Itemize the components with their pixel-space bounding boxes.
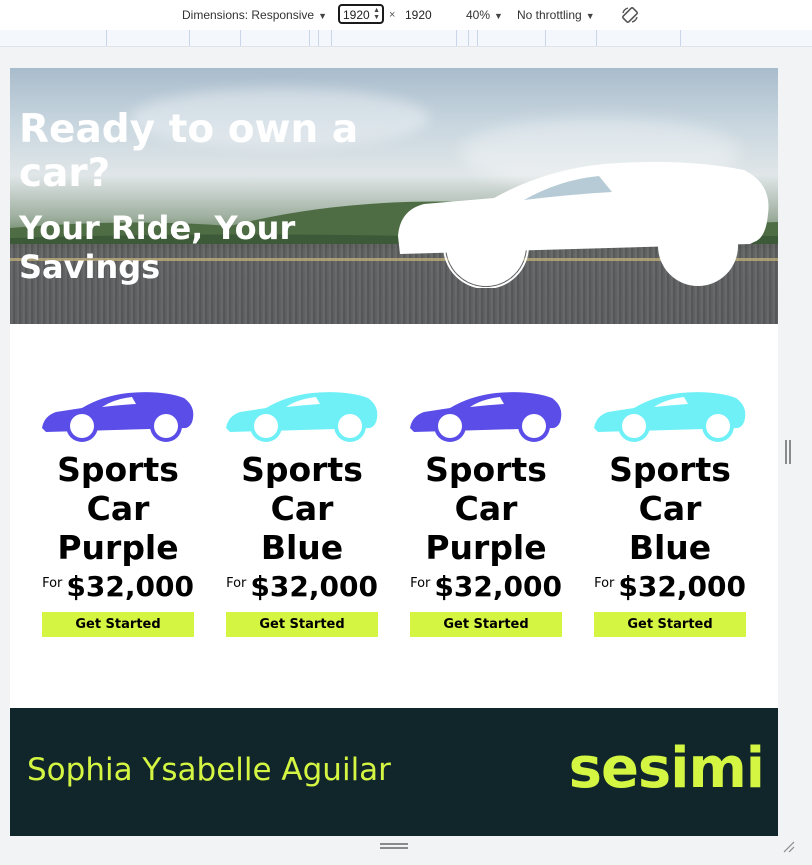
handle-grip [785, 440, 787, 464]
chevron-down-icon: ▼ [318, 11, 327, 21]
handle-grip [380, 843, 408, 845]
hero-title: Ready to own a car? [19, 107, 359, 196]
devtools-toolbar: Dimensions: Responsive ▼ 1920 ▲ ▼ × 1920 4… [0, 0, 812, 31]
times-symbol: × [389, 9, 396, 21]
rotate-icon[interactable] [620, 5, 640, 25]
price-row: For $32,000 [410, 570, 562, 610]
ruler-tick [240, 30, 241, 46]
chevron-down-icon: ▼ [585, 11, 595, 21]
bottom-resize-handle[interactable] [380, 843, 408, 849]
card-title: Sports Car Blue [609, 450, 731, 567]
ruler-tick [477, 30, 478, 46]
throttling-label: No throttling [517, 8, 582, 22]
price-prefix: For [410, 576, 431, 591]
get-started-button[interactable]: Get Started [410, 612, 562, 637]
price-value: $32,000 [434, 570, 562, 603]
sports-car-icon [398, 162, 769, 288]
card-title: Sports Car Blue [241, 450, 363, 567]
price-value: $32,000 [250, 570, 378, 603]
hero-subtitle: Your Ride, Your Savings [19, 209, 296, 286]
ruler-tick [468, 30, 469, 46]
get-started-button[interactable]: Get Started [594, 612, 746, 637]
get-started-button[interactable]: Get Started [226, 612, 378, 637]
product-card: Sports Car Blue For $32,000 Get Started [594, 390, 746, 637]
ruler-tick [106, 30, 107, 46]
ruler-tick [189, 30, 190, 46]
price-prefix: For [226, 576, 247, 591]
price-prefix: For [594, 576, 615, 591]
product-card: Sports Car Blue For $32,000 Get Started [226, 390, 378, 637]
handle-grip [789, 440, 791, 464]
stepper-icon[interactable]: ▲ ▼ [373, 7, 380, 21]
corner-resize-icon[interactable] [782, 840, 796, 854]
price-row: For $32,000 [42, 570, 194, 610]
handle-grip [380, 847, 408, 849]
ruler-tick [318, 30, 319, 46]
sports-car-icon [42, 392, 194, 442]
hero-banner: Ready to own a car? Your Ride, Your Savi… [10, 68, 778, 324]
price-row: For $32,000 [226, 570, 378, 610]
price-value: $32,000 [66, 570, 194, 603]
product-card: Sports Car Purple For $32,000 Get Starte… [410, 390, 562, 637]
sports-car-icon [410, 392, 562, 442]
ruler-tick [331, 30, 332, 46]
product-card: Sports Car Purple For $32,000 Get Starte… [42, 390, 194, 637]
price-prefix: For [42, 576, 63, 591]
media-query-ruler [0, 30, 812, 47]
height-value: 1920 [405, 8, 432, 22]
ruler-tick [309, 30, 310, 46]
ruler-tick [680, 30, 681, 46]
width-value: 1920 [343, 8, 370, 22]
price-value: $32,000 [618, 570, 746, 603]
zoom-label: 40% [466, 8, 491, 22]
side-resize-handle[interactable] [785, 440, 791, 464]
ruler-tick [545, 30, 546, 46]
chevron-down-icon: ▼ [494, 11, 503, 21]
height-input[interactable]: 1920 [400, 4, 446, 24]
card-title: Sports Car Purple [57, 450, 179, 567]
dimensions-dropdown[interactable]: Dimensions: Responsive ▼ [182, 8, 327, 22]
sports-car-icon [226, 392, 378, 442]
page-viewport: Ready to own a car? Your Ride, Your Savi… [10, 68, 778, 836]
footer-author-name: Sophia Ysabelle Aguilar [27, 752, 391, 788]
sports-car-icon [594, 392, 746, 442]
card-title: Sports Car Purple [425, 450, 547, 567]
brand-logo: sesimi [568, 736, 765, 801]
ruler-tick [456, 30, 457, 46]
product-cards: Sports Car Purple For $32,000 Get Starte… [10, 324, 778, 708]
get-started-button[interactable]: Get Started [42, 612, 194, 637]
zoom-dropdown[interactable]: 40% ▼ [466, 8, 503, 22]
footer: Sophia Ysabelle Aguilar sesimi [10, 708, 778, 836]
dimensions-label: Dimensions: Responsive [182, 8, 315, 22]
price-row: For $32,000 [594, 570, 746, 610]
width-input[interactable]: 1920 ▲ ▼ [338, 4, 384, 24]
throttling-dropdown[interactable]: No throttling ▼ [517, 8, 595, 22]
ruler-tick [596, 30, 597, 46]
